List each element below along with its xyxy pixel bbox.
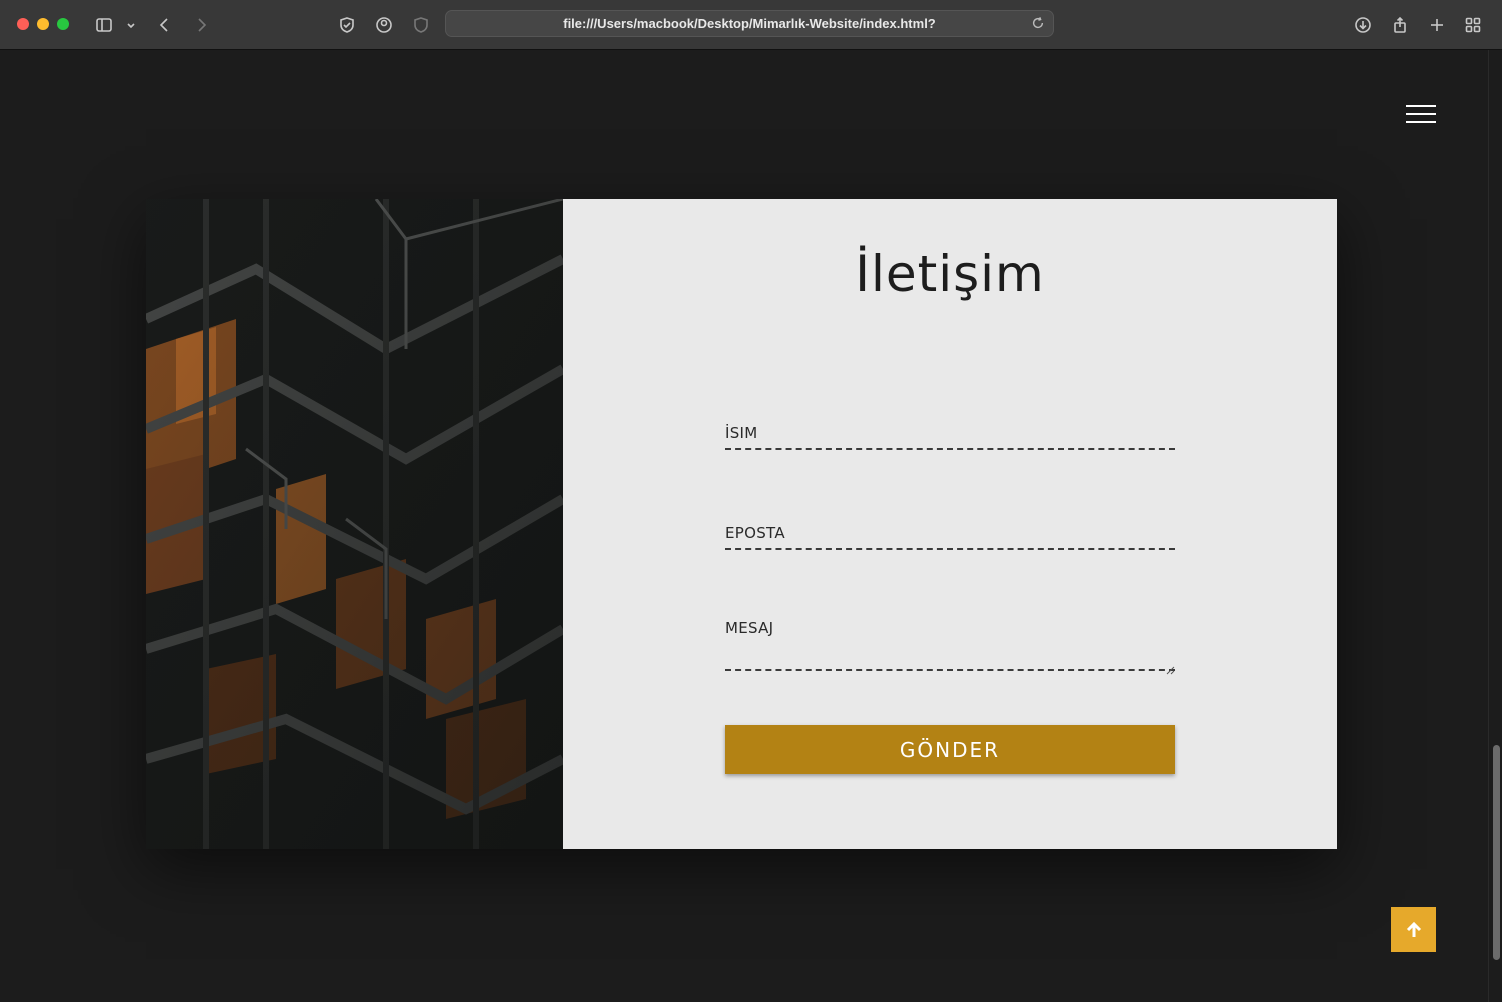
scroll-to-top-button[interactable] — [1391, 907, 1436, 952]
address-bar[interactable]: file:///Users/macbook/Desktop/Mimarlık-W… — [445, 10, 1054, 37]
email-field-underline — [725, 548, 1175, 550]
building-photo — [146, 199, 563, 849]
name-field-underline — [725, 448, 1175, 450]
hamburger-menu-icon[interactable] — [1406, 105, 1436, 125]
download-icon[interactable] — [1351, 13, 1375, 37]
chevron-down-icon[interactable] — [121, 13, 141, 37]
zoom-window-button[interactable] — [57, 18, 69, 30]
email-field-label: EPOSTA — [725, 524, 785, 542]
message-textarea[interactable]: MESAJ — [725, 619, 1175, 675]
arrow-up-icon — [1406, 921, 1421, 937]
building-illustration — [146, 199, 563, 849]
submit-button[interactable]: GÖNDER — [725, 725, 1175, 774]
extension-icon[interactable] — [372, 13, 396, 37]
page-scrollbar[interactable] — [1488, 50, 1502, 1002]
resize-handle-icon[interactable] — [1166, 660, 1175, 675]
back-icon[interactable] — [153, 13, 177, 37]
reload-icon[interactable] — [1031, 15, 1047, 31]
address-url[interactable]: file:///Users/macbook/Desktop/Mimarlık-W… — [446, 16, 1053, 31]
menu-bar — [1406, 105, 1436, 107]
message-field-underline — [725, 669, 1175, 671]
email-field[interactable]: EPOSTA — [725, 524, 1175, 554]
contact-card: İletişim İSIM EPOSTA MESAJ GÖNDER — [146, 199, 1337, 849]
scrollbar-thumb[interactable] — [1493, 745, 1500, 960]
page-title: İletişim — [855, 245, 1045, 303]
name-field-label: İSIM — [725, 424, 758, 442]
content-blocker-icon[interactable] — [409, 13, 433, 37]
minimize-window-button[interactable] — [37, 18, 49, 30]
share-icon[interactable] — [1388, 13, 1412, 37]
contact-form-panel: İletişim İSIM EPOSTA MESAJ GÖNDER — [563, 199, 1337, 849]
forward-icon[interactable] — [189, 13, 213, 37]
browser-toolbar: file:///Users/macbook/Desktop/Mimarlık-W… — [0, 0, 1502, 50]
tab-overview-icon[interactable] — [1461, 13, 1485, 37]
sidebar-icon[interactable] — [92, 13, 116, 37]
menu-bar — [1406, 113, 1436, 115]
page-content: İletişim İSIM EPOSTA MESAJ GÖNDER — [0, 51, 1488, 1002]
close-window-button[interactable] — [17, 18, 29, 30]
privacy-shield-icon[interactable] — [335, 13, 359, 37]
new-tab-icon[interactable] — [1425, 13, 1449, 37]
name-field[interactable]: İSIM — [725, 424, 1175, 454]
message-field-label: MESAJ — [725, 619, 774, 637]
menu-bar — [1406, 121, 1436, 123]
